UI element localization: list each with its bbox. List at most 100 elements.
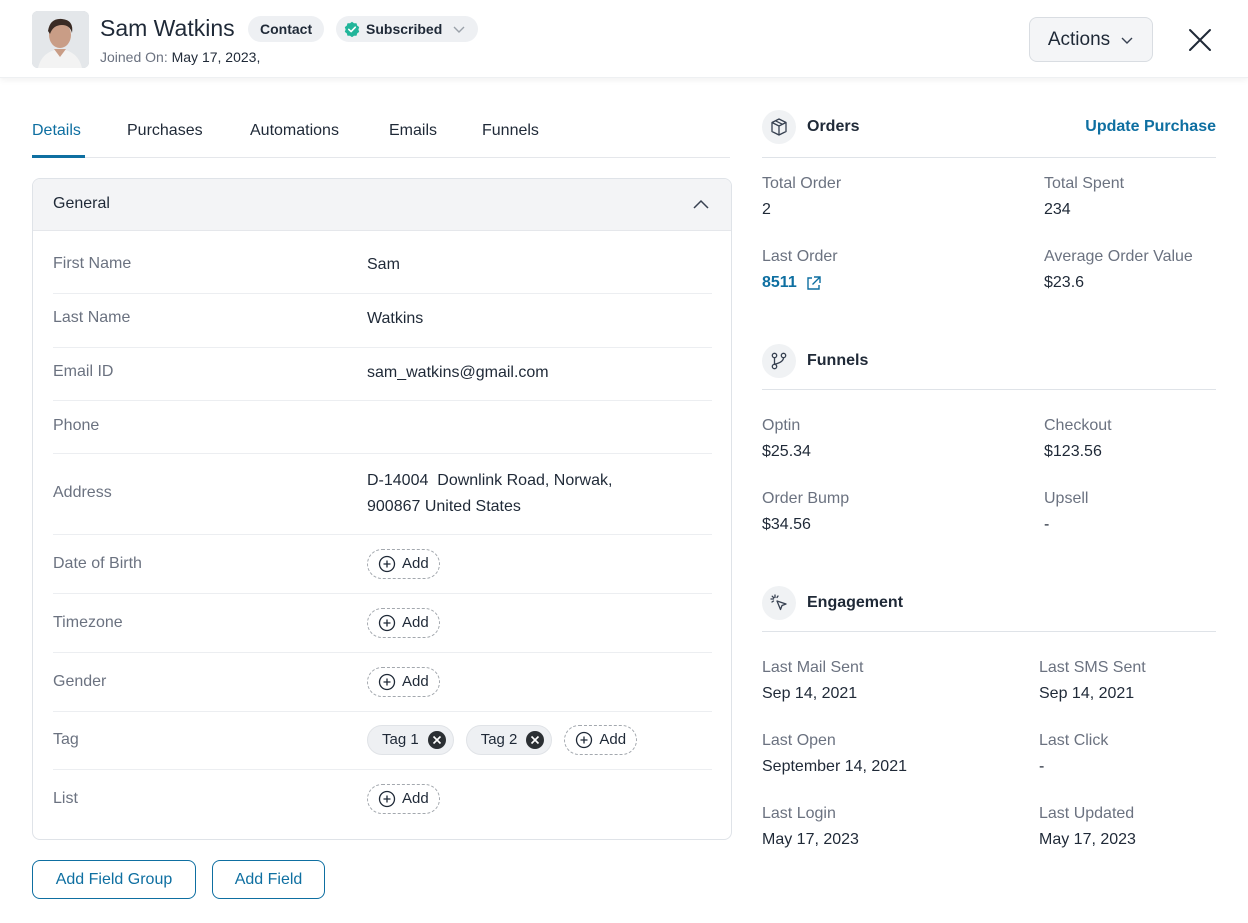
tag-chip: Tag 1 bbox=[367, 725, 454, 755]
plus-circle-icon bbox=[378, 555, 396, 573]
tab-purchases[interactable]: Purchases bbox=[127, 122, 203, 140]
actions-button[interactable]: Actions bbox=[1029, 17, 1153, 62]
stat-label: Total Order bbox=[762, 175, 842, 192]
field-label: Date of Birth bbox=[53, 555, 142, 572]
add-label: Add bbox=[402, 614, 429, 631]
plus-circle-icon bbox=[378, 614, 396, 632]
field-row-address: Address D-14004 Downlink Road, Norwak, 9… bbox=[53, 454, 712, 535]
plus-circle-icon bbox=[378, 790, 396, 808]
add-label: Add bbox=[402, 790, 429, 807]
add-label: Add bbox=[402, 555, 429, 572]
add-timezone-button[interactable]: Add bbox=[367, 608, 440, 638]
tab-funnels[interactable]: Funnels bbox=[482, 122, 539, 140]
stat-label: Total Spent bbox=[1044, 175, 1125, 192]
field-row-date-of-birth: Date of Birth Add bbox=[53, 535, 712, 594]
tab-details[interactable]: Details bbox=[32, 122, 81, 140]
chevron-up-icon[interactable] bbox=[691, 195, 711, 215]
joined-label: Joined On: bbox=[100, 49, 168, 65]
field-row-phone[interactable]: Phone bbox=[53, 401, 712, 454]
verified-check-icon bbox=[344, 21, 360, 37]
field-label: Tag bbox=[53, 731, 79, 748]
stat-label: Optin bbox=[762, 417, 801, 434]
stat-last-order: Last Order 8511 bbox=[762, 248, 838, 292]
field-value[interactable]: Watkins bbox=[367, 306, 423, 332]
field-row-last-name: Last Name Watkins bbox=[53, 294, 712, 348]
stat-value: 2 bbox=[762, 201, 771, 218]
close-icon[interactable] bbox=[1186, 26, 1214, 54]
add-label: Add bbox=[599, 731, 627, 748]
stat-label: Checkout bbox=[1044, 417, 1112, 434]
update-purchase-link[interactable]: Update Purchase bbox=[1085, 118, 1216, 136]
field-label: Phone bbox=[53, 417, 100, 434]
add-list-button[interactable]: Add bbox=[367, 784, 440, 814]
field-row-timezone: Timezone Add bbox=[53, 594, 712, 653]
add-tag-button[interactable]: Add bbox=[564, 725, 638, 755]
remove-tag-icon[interactable] bbox=[525, 730, 545, 750]
avatar-photo bbox=[32, 11, 89, 68]
stat-value: $25.34 bbox=[762, 443, 811, 460]
add-gender-button[interactable]: Add bbox=[367, 667, 440, 697]
engagement-section-header: Engagement bbox=[762, 586, 1216, 632]
stat-last-click: Last Click - bbox=[1039, 732, 1108, 776]
tab-emails[interactable]: Emails bbox=[389, 122, 437, 140]
stat-label: Last Mail Sent bbox=[762, 659, 864, 676]
avatar bbox=[32, 11, 89, 68]
active-tab-indicator bbox=[32, 155, 85, 158]
add-label: Add bbox=[402, 673, 429, 690]
field-row-first-name: First Name Sam bbox=[53, 241, 712, 294]
stat-value: $123.56 bbox=[1044, 443, 1102, 460]
field-label: Timezone bbox=[53, 614, 123, 631]
contact-header: Sam Watkins Contact Subscribed Joined On… bbox=[0, 0, 1248, 78]
field-label: Email ID bbox=[53, 363, 114, 380]
tab-automations[interactable]: Automations bbox=[250, 122, 339, 140]
field-value[interactable]: D-14004 Downlink Road, Norwak, 900867 Un… bbox=[367, 468, 612, 520]
add-field-button[interactable]: Add Field bbox=[212, 860, 325, 899]
stat-value: September 14, 2021 bbox=[762, 758, 907, 775]
field-value[interactable]: Sam bbox=[367, 252, 400, 278]
field-row-email: Email ID sam_watkins@gmail.com bbox=[53, 348, 712, 401]
tag-chip: Tag 2 bbox=[465, 725, 553, 755]
actions-label: Actions bbox=[1047, 28, 1111, 50]
chevron-down-icon bbox=[1121, 37, 1133, 44]
general-card-header[interactable]: General bbox=[33, 179, 731, 231]
funnels-section-header: Funnels bbox=[762, 344, 1216, 390]
chevron-down-icon bbox=[453, 26, 465, 33]
add-field-group-button[interactable]: Add Field Group bbox=[32, 860, 196, 899]
stat-value: - bbox=[1044, 516, 1050, 533]
cursor-click-icon bbox=[770, 594, 787, 611]
stat-label: Upsell bbox=[1044, 490, 1089, 507]
add-date-of-birth-button[interactable]: Add bbox=[367, 549, 440, 579]
stat-value: 234 bbox=[1044, 201, 1071, 218]
detail-tabs: Details Purchases Automations Emails Fun… bbox=[32, 112, 730, 158]
field-label: Last Name bbox=[53, 309, 131, 326]
remove-tag-icon[interactable] bbox=[427, 730, 447, 750]
stat-value: Sep 14, 2021 bbox=[1039, 685, 1135, 702]
subscription-status-label: Subscribed bbox=[366, 21, 443, 37]
stat-value: $34.56 bbox=[762, 516, 811, 533]
stat-last-sms-sent: Last SMS Sent Sep 14, 2021 bbox=[1039, 659, 1146, 703]
subscription-status-dropdown[interactable]: Subscribed bbox=[336, 16, 479, 42]
field-label: Gender bbox=[53, 673, 107, 690]
address-line-1: D-14004 Downlink Road, Norwak, bbox=[367, 472, 613, 489]
last-order-link[interactable]: 8511 bbox=[762, 274, 838, 292]
plus-circle-icon bbox=[576, 731, 593, 749]
stat-last-open: Last Open September 14, 2021 bbox=[762, 732, 907, 776]
orders-title: Orders bbox=[807, 118, 860, 135]
git-branch-icon bbox=[771, 352, 787, 370]
box-icon bbox=[771, 118, 787, 136]
contact-type-badge: Contact bbox=[248, 16, 325, 42]
field-value[interactable]: sam_watkins@gmail.com bbox=[367, 360, 549, 386]
stat-value: May 17, 2023 bbox=[1039, 831, 1136, 848]
stat-label: Last SMS Sent bbox=[1039, 659, 1146, 676]
stat-last-mail-sent: Last Mail Sent Sep 14, 2021 bbox=[762, 659, 863, 703]
stat-value: $23.6 bbox=[1044, 274, 1085, 291]
field-row-list: List Add bbox=[53, 770, 712, 830]
field-row-gender: Gender Add bbox=[53, 653, 712, 712]
engagement-title: Engagement bbox=[807, 594, 904, 611]
stat-value: May 17, 2023 bbox=[762, 831, 859, 848]
tag-label: Tag 1 bbox=[382, 731, 419, 748]
general-card-title: General bbox=[53, 195, 110, 212]
joined-date: May 17, 2023, bbox=[171, 49, 261, 65]
stat-label: Last Click bbox=[1039, 732, 1109, 749]
engagement-icon-wrap bbox=[762, 586, 796, 620]
